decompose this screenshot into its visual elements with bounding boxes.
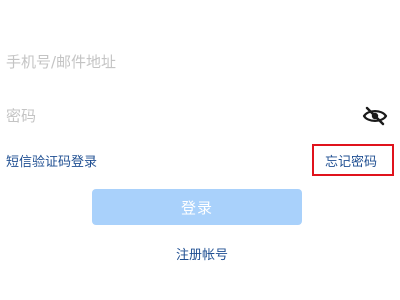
phone-email-field-row <box>0 42 400 82</box>
forgot-password-link[interactable]: 忘记密码 <box>325 151 377 170</box>
register-account-link[interactable]: 注册帐号 <box>0 244 400 263</box>
password-field-row <box>0 96 400 136</box>
login-page: 短信验证码登录 忘记密码 登录 注册帐号 <box>0 0 400 300</box>
auth-links-row: 短信验证码登录 忘记密码 <box>0 144 400 176</box>
eye-off-icon[interactable] <box>362 106 388 126</box>
sms-code-login-link[interactable]: 短信验证码登录 <box>6 151 97 170</box>
login-button[interactable]: 登录 <box>92 189 302 225</box>
phone-email-input[interactable] <box>6 42 346 82</box>
password-input[interactable] <box>6 96 346 136</box>
